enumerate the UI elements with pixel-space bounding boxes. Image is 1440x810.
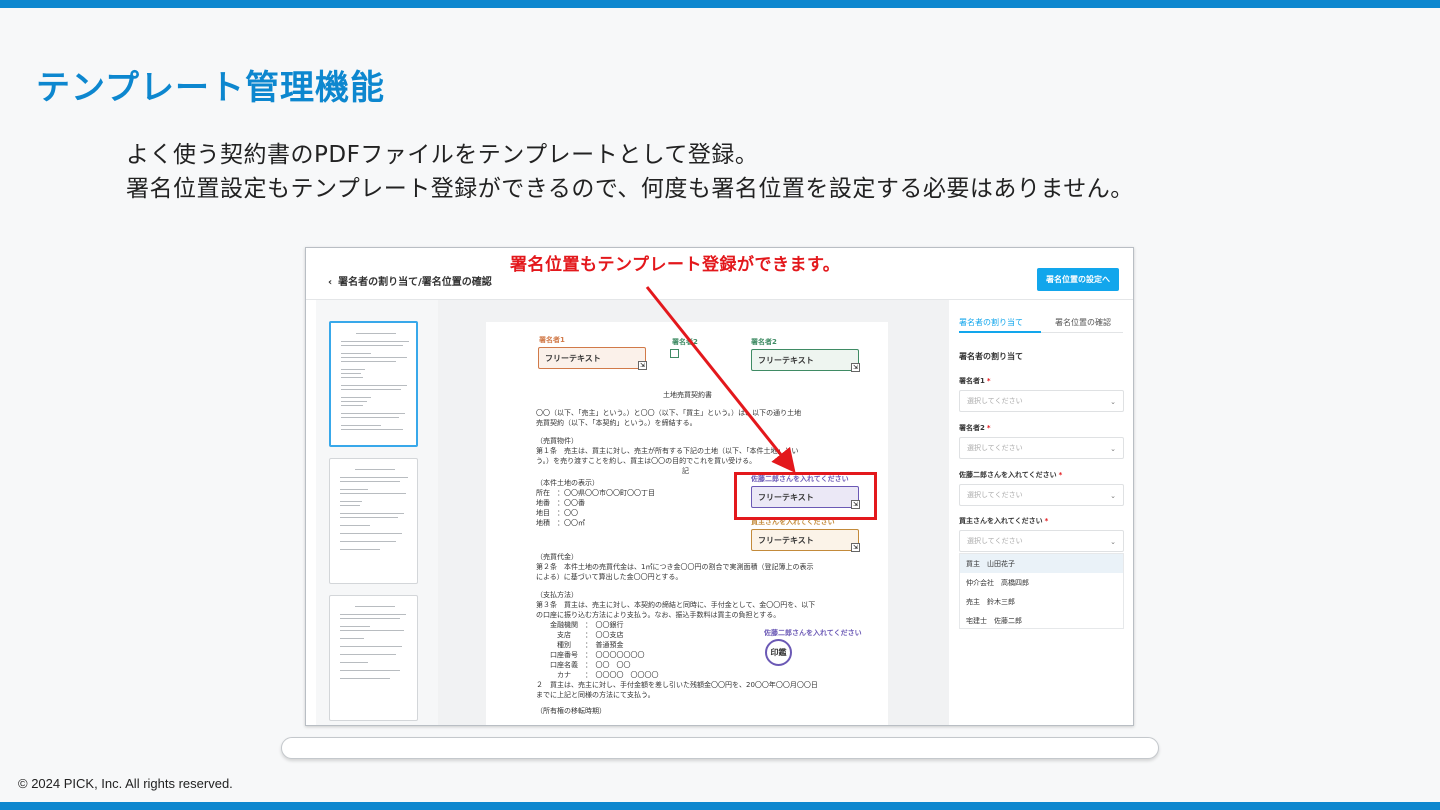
active-tab-underline xyxy=(959,331,1041,333)
contract-article-1: （売買物件） 第１条 売主は、買主に対し、売主が所有する下記の土地（以下、「本件… xyxy=(536,437,799,465)
contract-ki: 記 xyxy=(682,467,689,475)
bottom-accent-bar xyxy=(0,802,1440,810)
resize-handle-icon[interactable]: ⇲ xyxy=(638,361,647,370)
highlight-box xyxy=(734,472,877,520)
lead-text: よく使う契約書のPDFファイルをテンプレートとして登録。 署名位置設定もテンプレ… xyxy=(126,138,1134,206)
signer2-checkbox[interactable] xyxy=(670,349,679,358)
chevron-down-icon: ⌄ xyxy=(1110,492,1116,500)
contract-preamble: 〇〇（以下、「売主」という。）と〇〇（以下、「買主」という。）は、以下の通り土地… xyxy=(536,409,802,427)
resize-handle-icon[interactable]: ⇲ xyxy=(851,363,860,372)
signer1-label: 署名者1 xyxy=(539,336,565,344)
dropdown-option[interactable]: 売主 鈴木三郎 xyxy=(960,592,1123,611)
page-thumbnail-3[interactable] xyxy=(329,595,418,721)
app-screenshot: ‹ 署名者の割り当て/署名位置の確認 署名位置の設定へ 署名者1 フリーテキスト… xyxy=(305,247,1134,726)
buyer-select-dropdown: 買主 山田花子 仲介会社 高橋四郎 売主 鈴木三郎 宅建士 佐藤二郎 xyxy=(959,553,1124,629)
signer2-free-text-field[interactable]: フリーテキスト ⇲ xyxy=(751,349,860,372)
chevron-left-icon: ‹ xyxy=(328,277,333,288)
sato-stamp-label: 佐藤二郎さんを入れてください xyxy=(764,629,862,637)
sidebar-heading: 署名者の割り当て xyxy=(959,352,1023,361)
back-link-label: 署名者の割り当て/署名位置の確認 xyxy=(338,277,492,288)
signer2-field-text: フリーテキスト xyxy=(758,355,814,365)
dropdown-option[interactable]: 宅建士 佐藤二郎 xyxy=(960,611,1123,630)
chevron-down-icon: ⌄ xyxy=(1110,538,1116,546)
page-thumbnail-list xyxy=(316,300,438,725)
buyer-free-text-field[interactable]: フリーテキスト ⇲ xyxy=(751,529,860,552)
signer2-select[interactable]: 選択してください ⌄ xyxy=(959,437,1124,459)
signer1-select-label: 署名者1 * xyxy=(959,377,991,385)
lead-line-1: よく使う契約書のPDFファイルをテンプレートとして登録。 xyxy=(126,142,759,168)
page-thumbnail-1[interactable] xyxy=(329,321,418,447)
contract-title: 土地売買契約書 xyxy=(663,391,712,399)
signer1-select[interactable]: 選択してください ⌄ xyxy=(959,390,1124,412)
dropdown-option[interactable]: 買主 山田花子 xyxy=(960,554,1123,573)
buyer-field-text: フリーテキスト xyxy=(758,535,814,545)
signer1-field-text: フリーテキスト xyxy=(545,353,601,363)
signer2-select-label: 署名者2 * xyxy=(959,424,991,432)
copyright-notice: © 2024 PICK, Inc. All rights reserved. xyxy=(18,776,233,791)
contract-land-details: （本件土地の表示） 所在 ：〇〇県〇〇市〇〇町〇〇丁目 地番 ：〇〇番 地目 ：… xyxy=(536,479,655,527)
sato-select-label: 佐藤二郎さんを入れてください * xyxy=(959,471,1063,479)
signer2-check-label: 署名者2 xyxy=(672,338,698,346)
signature-position-next-button[interactable]: 署名位置の設定へ xyxy=(1037,268,1119,291)
chevron-down-icon: ⌄ xyxy=(1110,398,1116,406)
seal-stamp-field[interactable]: 印鑑 xyxy=(765,639,792,666)
device-base xyxy=(281,737,1159,759)
tab-signer-assignment[interactable]: 署名者の割り当て xyxy=(959,317,1023,328)
dropdown-option[interactable]: 仲介会社 高橋四郎 xyxy=(960,573,1123,592)
buyer-select[interactable]: 選択してください ⌄ xyxy=(959,530,1124,552)
sato-select[interactable]: 選択してください ⌄ xyxy=(959,484,1124,506)
pdf-page: 署名者1 フリーテキスト ⇲ 署名者2 署名者2 フリーテキスト ⇲ 土地売買契… xyxy=(486,322,888,725)
lead-line-2: 署名位置設定もテンプレート登録ができるので、何度も署名位置を設定する必要はありま… xyxy=(126,176,1134,202)
buyer-select-label: 買主さんを入れてください * xyxy=(959,517,1049,525)
signer2-label: 署名者2 xyxy=(751,338,777,346)
resize-handle-icon[interactable]: ⇲ xyxy=(851,543,860,552)
tab-divider xyxy=(1041,332,1123,333)
contract-article-2: （売買代金） 第２条 本件土地の売買代金は、1㎡につき金〇〇円の割合で実測面積（… xyxy=(536,553,814,581)
tab-position-confirm[interactable]: 署名位置の確認 xyxy=(1055,317,1111,328)
signer1-free-text-field[interactable]: フリーテキスト ⇲ xyxy=(538,347,647,370)
callout-label: 署名位置もテンプレート登録ができます。 xyxy=(510,255,841,275)
top-accent-bar xyxy=(0,0,1440,8)
contract-article-4: （所有権の移転時期） xyxy=(536,707,606,715)
page-thumbnail-2[interactable] xyxy=(329,458,418,584)
slide-title: テンプレート管理機能 xyxy=(36,68,385,108)
assignment-sidebar: 署名者の割り当て 署名位置の確認 署名者の割り当て 署名者1 * 選択してください… xyxy=(949,300,1133,725)
chevron-down-icon: ⌄ xyxy=(1110,445,1116,453)
back-link[interactable]: ‹ 署名者の割り当て/署名位置の確認 xyxy=(328,273,492,288)
